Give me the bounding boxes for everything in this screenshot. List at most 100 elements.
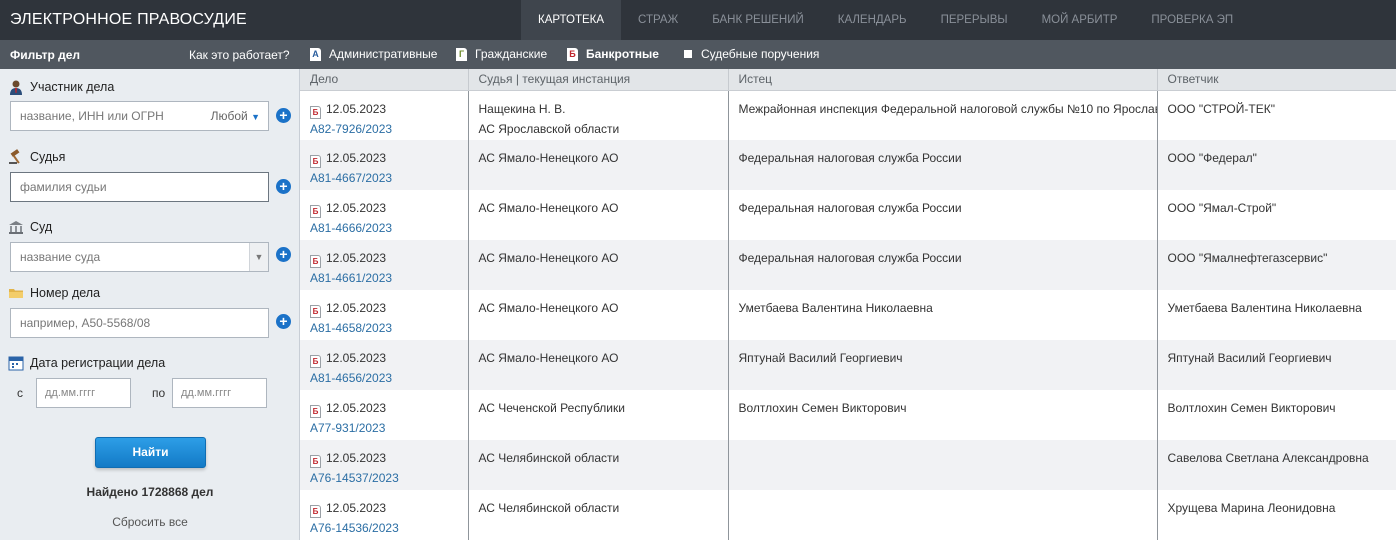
case-number-link[interactable]: А81-4661/2023 (310, 268, 458, 288)
add-judge-button[interactable]: + (276, 179, 291, 194)
date-to-input[interactable]: дд.мм.гггг (172, 378, 267, 408)
nav-calendar[interactable]: КАЛЕНДАРЬ (821, 0, 924, 40)
how-it-works-link[interactable]: Как это работает? (189, 48, 290, 62)
add-case-number-button[interactable]: + (276, 314, 291, 329)
defendant-cell[interactable]: Савелова Светлана Александровна (1157, 440, 1396, 490)
case-cell: Б 12.05.2023 А81-4656/2023 (300, 340, 469, 390)
user-icon (10, 80, 22, 95)
defendant-cell[interactable]: Яптунай Василий Георгиевич (1157, 340, 1396, 390)
plaintiff-cell[interactable]: Федеральная налоговая служба России (728, 190, 1158, 240)
plaintiff-cell[interactable]: Волтлохин Семен Викторович (728, 390, 1158, 440)
add-court-button[interactable]: + (276, 247, 291, 262)
case-number-link[interactable]: А76-14537/2023 (310, 468, 458, 488)
case-number-link[interactable]: А77-931/2023 (310, 418, 458, 438)
site-logo[interactable]: ЭЛЕКТРОННОЕ ПРАВОСУДИЕ (10, 11, 247, 29)
plaintiff-cell[interactable] (728, 440, 1158, 490)
column-header-judge: Судья | текущая инстанция (468, 69, 729, 91)
participant-section-label: Участник дела (8, 79, 114, 95)
defendant-cell[interactable]: Волтлохин Семен Викторович (1157, 390, 1396, 440)
plaintiff-cell[interactable]: Межрайонная инспекция Федеральной налого… (728, 90, 1158, 140)
court-name: АС Челябинской области (478, 501, 620, 515)
judge-cell: АС Ямало-Ненецкого АО (468, 140, 729, 190)
participant-role-select[interactable]: Любой ▼ (211, 102, 260, 131)
participant-input[interactable]: название, ИНН или ОГРН Любой ▼ (10, 101, 269, 131)
nav-pereryvy[interactable]: ПЕРЕРЫВЫ (924, 0, 1025, 40)
bankruptcy-doc-icon: Б (310, 405, 321, 418)
chevron-down-icon: ▼ (251, 112, 260, 122)
courthouse-icon (9, 221, 23, 234)
case-date: 12.05.2023 (326, 251, 387, 265)
case-number-link[interactable]: А76-14536/2023 (310, 518, 458, 538)
court-name: АС Ямало-Ненецкого АО (478, 301, 619, 315)
nav-kartoteka[interactable]: КАРТОТЕКА (521, 0, 622, 40)
case-number-link[interactable]: А81-4666/2023 (310, 218, 458, 238)
reg-date-section-label: Дата регистрации дела (8, 355, 165, 371)
plaintiff-cell[interactable]: Федеральная налоговая служба России (728, 140, 1158, 190)
bankruptcy-doc-icon: Б (310, 505, 321, 518)
defendant-cell[interactable]: Хрущева Марина Леонидовна (1157, 490, 1396, 540)
find-button[interactable]: Найти (95, 437, 206, 468)
table-row: Б 12.05.2023 А81-4667/2023 АС Ямало-Ненецк… (300, 140, 1396, 190)
case-date: 12.05.2023 (326, 301, 387, 315)
court-select[interactable]: название суда ▼ (10, 242, 269, 272)
add-participant-button[interactable]: + (276, 108, 291, 123)
case-date: 12.05.2023 (326, 501, 387, 515)
bankruptcy-icon: Б (567, 47, 578, 61)
case-date: 12.05.2023 (326, 401, 387, 415)
case-number-section-label: Номер дела (8, 285, 100, 301)
category-court-orders[interactable]: Судебные поручения (684, 47, 819, 61)
date-from-input[interactable]: дд.мм.гггг (36, 378, 131, 408)
date-from-label: с (17, 386, 23, 400)
nav-my-arbitr[interactable]: МОЙ АРБИТР (1025, 0, 1135, 40)
nav-proverka-ep[interactable]: ПРОВЕРКА ЭП (1134, 0, 1250, 40)
column-header-defendant: Ответчик (1157, 69, 1396, 91)
date-to-label: по (152, 386, 166, 400)
judge-cell: АС Ямало-Ненецкого АО (468, 190, 729, 240)
court-name: АС Ярославской области (478, 121, 620, 136)
reset-all-link[interactable]: Сбросить все (0, 515, 300, 529)
defendant-cell[interactable]: ООО "СТРОЙ-ТЕК" (1157, 90, 1396, 140)
court-name: АС Челябинской области (478, 451, 620, 465)
civil-icon: Г (456, 47, 467, 61)
plaintiff-cell[interactable]: Уметбаева Валентина Николаевна (728, 290, 1158, 340)
case-cell: Б 12.05.2023 А82-7926/2023 (300, 90, 469, 140)
filter-bar: Фильтр дел Как это работает? А Администр… (0, 40, 1396, 69)
case-cell: Б 12.05.2023 А81-4658/2023 (300, 290, 469, 340)
case-cell: Б 12.05.2023 А81-4661/2023 (300, 240, 469, 290)
table-row: Б 12.05.2023 А81-4661/2023 АС Ямало-Ненецк… (300, 240, 1396, 290)
case-date: 12.05.2023 (326, 151, 387, 165)
defendant-cell[interactable]: Уметбаева Валентина Николаевна (1157, 290, 1396, 340)
category-bankruptcy[interactable]: Б Банкротные (567, 47, 659, 61)
case-number-link[interactable]: А81-4658/2023 (310, 318, 458, 338)
judge-cell: АС Челябинской области (468, 440, 729, 490)
defendant-cell[interactable]: ООО "Ямал-Строй" (1157, 190, 1396, 240)
category-administrative[interactable]: А Административные (310, 47, 437, 61)
chevron-down-icon[interactable]: ▼ (249, 243, 268, 271)
plaintiff-cell[interactable] (728, 490, 1158, 540)
judge-input[interactable]: фамилия судьи (10, 172, 269, 202)
category-label: Судебные поручения (701, 47, 820, 61)
judge-cell: АС Ямало-Ненецкого АО (468, 290, 729, 340)
nav-bank-resheniy[interactable]: БАНК РЕШЕНИЙ (695, 0, 821, 40)
case-number-link[interactable]: А82-7926/2023 (310, 119, 458, 139)
plaintiff-cell[interactable]: Яптунай Василий Георгиевич (728, 340, 1158, 390)
table-header: Дело Судья | текущая инстанция Истец Отв… (300, 69, 1396, 91)
defendant-cell[interactable]: ООО "Федерал" (1157, 140, 1396, 190)
case-number-link[interactable]: А81-4656/2023 (310, 368, 458, 388)
court-name: АС Ямало-Ненецкого АО (478, 351, 619, 365)
table-row: Б 12.05.2023 А81-4656/2023 АС Ямало-Ненецк… (300, 340, 1396, 390)
defendant-cell[interactable]: ООО "Ямалнефтегазсервис" (1157, 240, 1396, 290)
table-row: Б 12.05.2023 А81-4666/2023 АС Ямало-Ненецк… (300, 190, 1396, 240)
case-cell: Б 12.05.2023 А76-14536/2023 (300, 490, 469, 540)
court-name: АС Ямало-Ненецкого АО (478, 201, 619, 215)
case-date: 12.05.2023 (326, 201, 387, 215)
plaintiff-cell[interactable]: Федеральная налоговая служба России (728, 240, 1158, 290)
bankruptcy-doc-icon: Б (310, 355, 321, 368)
case-number-input[interactable]: например, А50-5568/08 (10, 308, 269, 338)
judge-cell: Нащекина Н. В. АС Ярославской области (468, 90, 729, 140)
column-header-plaintiff: Истец (728, 69, 1158, 91)
nav-strazh[interactable]: СТРАЖ (621, 0, 695, 40)
case-number-link[interactable]: А81-4667/2023 (310, 168, 458, 188)
court-name: АС Ямало-Ненецкого АО (478, 151, 619, 165)
category-civil[interactable]: Г Гражданские (456, 47, 547, 61)
